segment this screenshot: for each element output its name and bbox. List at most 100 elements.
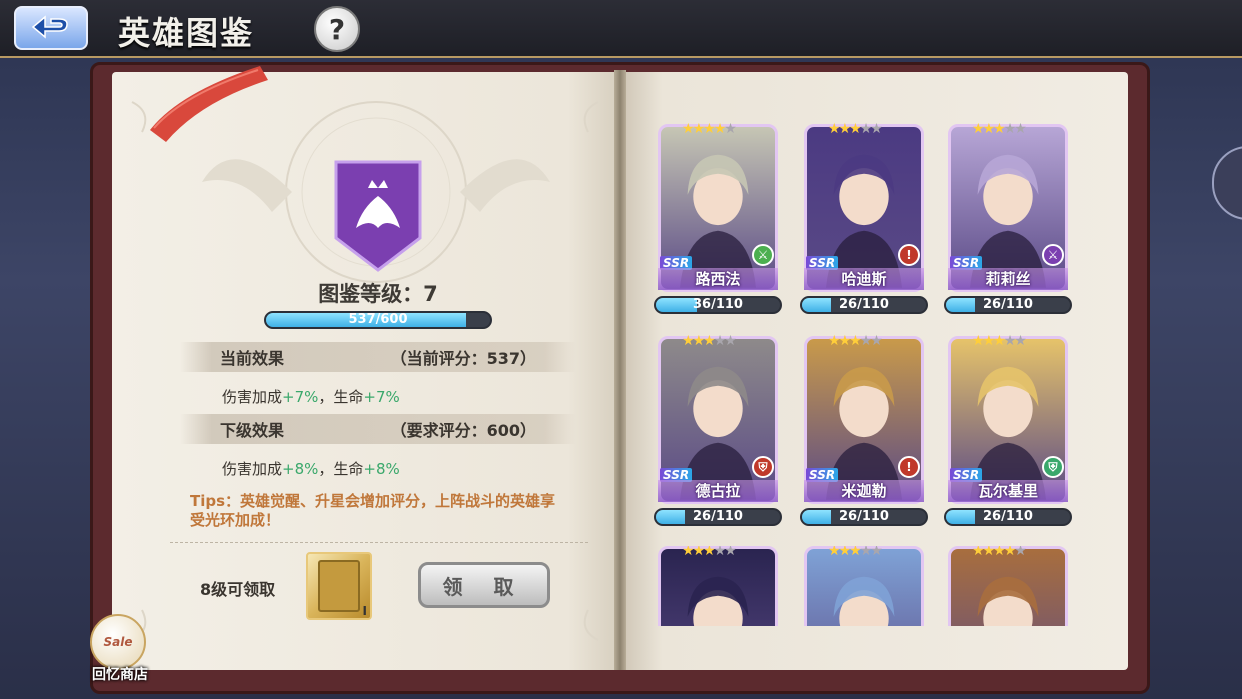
- star-icon: ★: [993, 546, 1005, 559]
- hero-card[interactable]: ★★★★★ SSR ⛨ 瓦尔基里: [948, 333, 1068, 504]
- help-button[interactable]: ?: [314, 6, 360, 52]
- claim-button[interactable]: 领 取: [418, 562, 550, 608]
- hero-progress-bar: 26/110: [800, 296, 928, 314]
- hero-stars: ★★★★★: [972, 333, 1027, 349]
- life-value: +8%: [363, 460, 400, 478]
- hero-progress-text: 26/110: [839, 297, 889, 312]
- next-effect-score: （要求评分：600）: [390, 421, 536, 440]
- hero-card[interactable]: ★★★★★ SSR ⛨ 德古拉: [658, 333, 778, 504]
- reward-count: I: [362, 604, 367, 618]
- hero-progress-bar: 26/110: [654, 508, 782, 526]
- hero-progress-bar: 26/110: [944, 508, 1072, 526]
- life-label: 生命: [333, 388, 364, 406]
- sale-badge: Sale: [90, 614, 146, 670]
- sword-icon: ⚔: [1042, 244, 1064, 266]
- current-effect-line: 伤害加成+7%，生命+7%: [222, 386, 400, 407]
- book-spine: [614, 70, 626, 670]
- hero-stars: ★★★★★: [682, 121, 737, 137]
- exclaim-icon: !: [898, 456, 920, 478]
- shield-icon: ⛨: [1042, 456, 1064, 478]
- star-icon: ★: [849, 333, 861, 349]
- collection-level-label: 图鉴等级：7: [318, 282, 438, 306]
- hero-portrait: [687, 576, 749, 626]
- star-icon: ★: [682, 121, 694, 137]
- hero-portrait: [977, 576, 1039, 626]
- hero-progress-text: 36/110: [693, 297, 743, 312]
- memory-shop-button[interactable]: Sale 回忆商店: [80, 614, 160, 696]
- damage-label: 伤害加成: [222, 388, 283, 406]
- star-icon: ★: [993, 121, 1005, 137]
- hero-card[interactable]: ★★★★★ SSR ⚔ 路西法: [658, 121, 778, 292]
- star-icon: ★: [972, 546, 984, 559]
- star-icon: ★: [849, 546, 861, 559]
- hero-name: 莉莉丝: [948, 268, 1068, 290]
- star-icon: ★: [724, 121, 736, 137]
- hero-card[interactable]: ★★★★★: [948, 546, 1068, 626]
- star-icon: ★: [703, 333, 715, 349]
- current-effect-score: （当前评分：537）: [390, 349, 536, 368]
- separator: ，: [318, 388, 334, 406]
- hero-card[interactable]: ★★★★★ SSR! 哈迪斯: [804, 121, 924, 292]
- star-icon: ★: [828, 121, 840, 137]
- star-icon: ★: [972, 121, 984, 137]
- star-icon: ★: [982, 333, 995, 349]
- star-icon: ★: [713, 121, 726, 137]
- star-icon: ★: [982, 121, 995, 137]
- star-icon: ★: [703, 121, 715, 137]
- hero-card[interactable]: ★★★★★: [658, 546, 778, 626]
- life-value: +7%: [363, 388, 400, 406]
- star-icon: ★: [870, 333, 882, 349]
- hero-stars: ★★★★★: [972, 546, 1027, 559]
- star-icon: ★: [703, 546, 715, 559]
- star-icon: ★: [682, 333, 694, 349]
- star-icon: ★: [682, 546, 694, 559]
- next-effect-title: 下级效果: [220, 421, 285, 440]
- next-effect-line: 伤害加成+8%，生命+8%: [222, 458, 400, 479]
- hero-card[interactable]: ★★★★★: [804, 546, 924, 626]
- star-icon: ★: [972, 333, 984, 349]
- star-icon: ★: [838, 333, 851, 349]
- star-icon: ★: [692, 333, 705, 349]
- hero-name: 路西法: [658, 268, 778, 290]
- bookmark-ribbon-icon: [150, 66, 268, 142]
- reward-card-icon: [318, 560, 360, 612]
- star-icon: ★: [724, 546, 736, 559]
- hero-name: 德古拉: [658, 480, 778, 502]
- shield-icon: ⛨: [752, 456, 774, 478]
- star-icon: ★: [1003, 333, 1016, 349]
- hero-portrait: [833, 576, 895, 626]
- back-button[interactable]: [14, 6, 88, 50]
- top-bar: 英雄图鉴 ?: [0, 0, 1242, 58]
- reward-item[interactable]: I: [306, 552, 372, 620]
- collection-xp-bar: 537/600: [264, 311, 492, 329]
- star-icon: ★: [724, 333, 736, 349]
- current-effect-header: 当前效果 （当前评分：537）: [180, 342, 576, 372]
- star-icon: ★: [838, 121, 851, 137]
- life-label: 生命: [333, 460, 364, 478]
- star-icon: ★: [838, 546, 851, 559]
- star-icon: ★: [859, 121, 872, 137]
- next-effect-header: 下级效果 （要求评分：600）: [180, 414, 576, 444]
- damage-label: 伤害加成: [222, 460, 283, 478]
- hero-progress-bar: 26/110: [944, 296, 1072, 314]
- tips-text: Tips：英雄觉醒、升星会增加评分，上阵战斗的英雄享受光环加成！: [190, 492, 556, 529]
- star-icon: ★: [1003, 546, 1016, 559]
- hero-stars: ★★★★★: [828, 546, 883, 559]
- hero-card[interactable]: ★★★★★ SSR! 米迦勒: [804, 333, 924, 504]
- star-icon: ★: [1014, 546, 1026, 559]
- hero-progress-text: 26/110: [983, 509, 1033, 524]
- star-icon: ★: [828, 333, 840, 349]
- damage-value: +7%: [282, 388, 319, 406]
- star-icon: ★: [849, 121, 861, 137]
- side-expand-tab[interactable]: [1212, 146, 1242, 220]
- damage-value: +8%: [282, 460, 319, 478]
- star-icon: ★: [870, 121, 882, 137]
- hero-card[interactable]: ★★★★★ SSR ⚔ 莉莉丝: [948, 121, 1068, 292]
- star-icon: ★: [828, 546, 840, 559]
- hero-progress-text: 26/110: [839, 509, 889, 524]
- hero-name: 哈迪斯: [804, 268, 924, 290]
- star-icon: ★: [1014, 333, 1026, 349]
- star-icon: ★: [859, 333, 872, 349]
- star-icon: ★: [692, 121, 705, 137]
- star-icon: ★: [713, 546, 726, 559]
